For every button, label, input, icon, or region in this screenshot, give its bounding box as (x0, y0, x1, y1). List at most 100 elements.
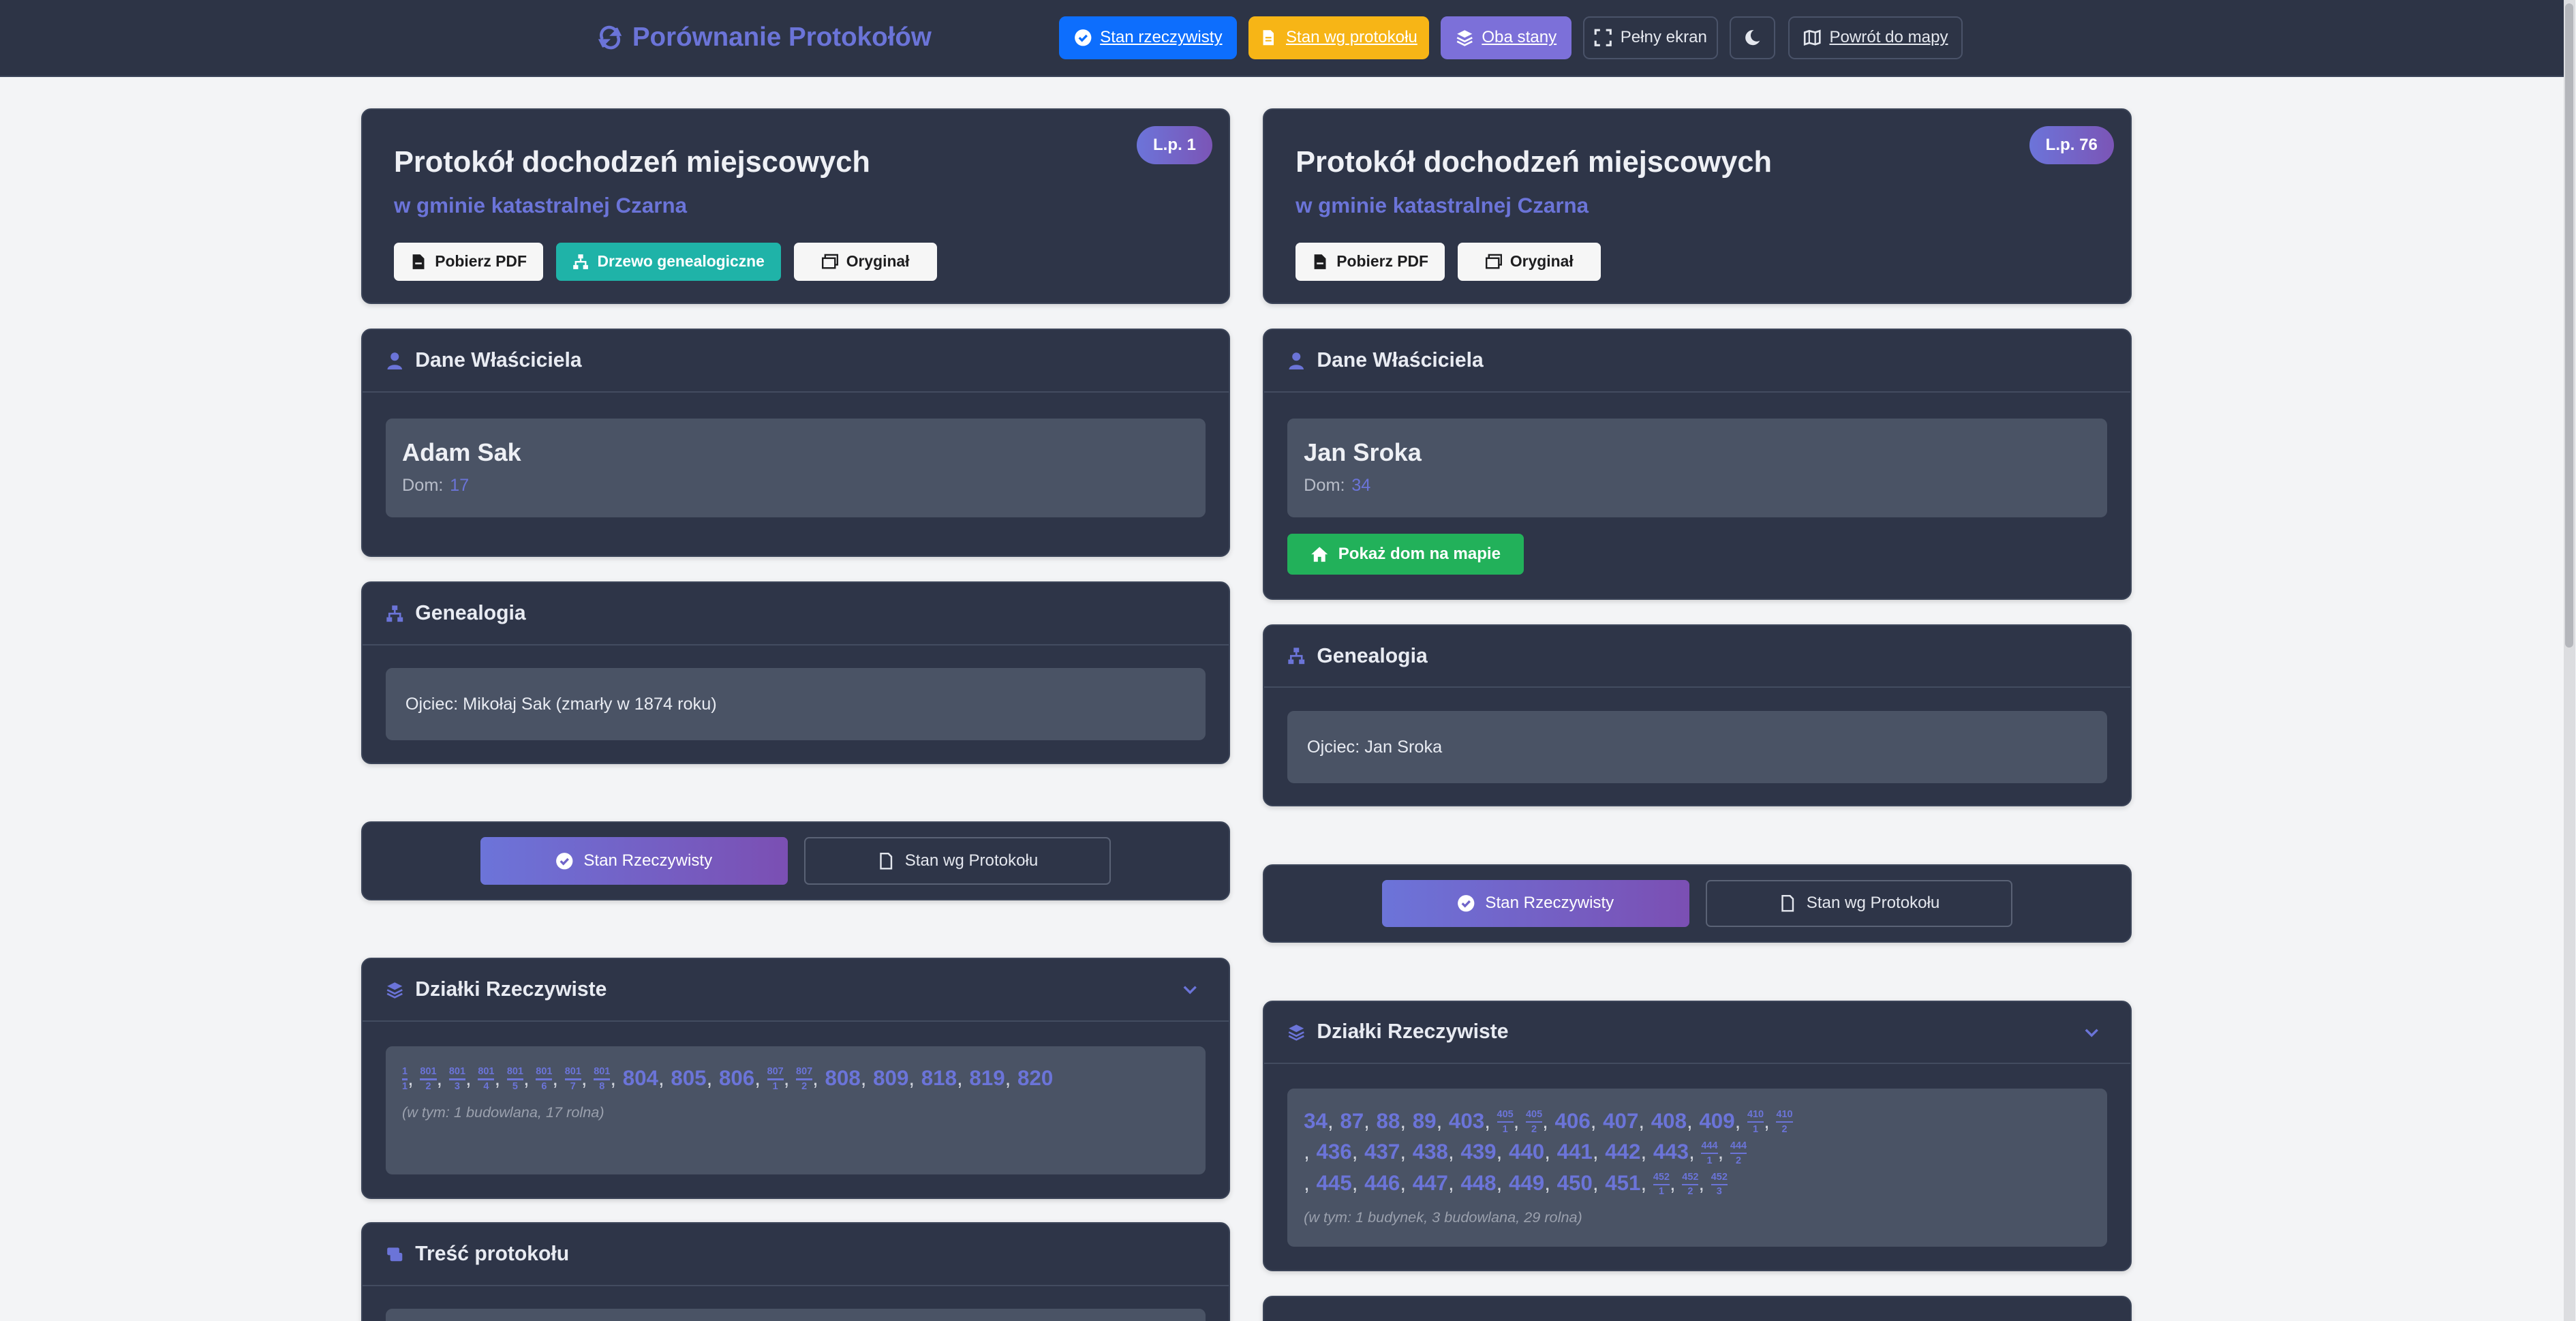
parcel-separator: , (1544, 1140, 1550, 1164)
parcel-number[interactable]: 449 (1509, 1171, 1544, 1195)
parcel-number[interactable]: 801 6 (536, 1067, 553, 1091)
parcel-number[interactable]: 403 (1449, 1109, 1484, 1133)
parcel-number[interactable]: 805 (671, 1066, 706, 1090)
dark-mode-toggle[interactable] (1729, 16, 1776, 59)
parcel-number[interactable]: 438 (1413, 1140, 1448, 1164)
parcel-number[interactable]: 452 2 (1682, 1172, 1699, 1197)
parcel-number[interactable]: 437 (1364, 1140, 1400, 1164)
house-number[interactable]: 17 (450, 476, 469, 495)
parcel-separator: , (1364, 1108, 1370, 1133)
parcel-separator: , (494, 1065, 501, 1090)
toggle-protocol-state[interactable]: Stan wg Protokołu (1705, 879, 2013, 928)
parcel-separator: , (1640, 1140, 1647, 1164)
parcel-number[interactable]: 88 (1377, 1109, 1400, 1133)
parcel-number[interactable]: 87 (1340, 1109, 1364, 1133)
parcel-number[interactable]: 809 (873, 1066, 908, 1090)
pdf-icon (1314, 254, 1326, 269)
parcel-separator: , (1351, 1140, 1358, 1164)
parcel-separator: , (1005, 1065, 1011, 1090)
parcel-number[interactable]: 441 (1557, 1140, 1593, 1164)
user-icon (387, 352, 403, 370)
chevron-down-icon[interactable] (1181, 980, 1199, 999)
parcel-separator: , (465, 1065, 472, 1090)
toggle-real-state[interactable]: Stan Rzeczywisty (1382, 879, 1689, 928)
parcel-number[interactable]: 801 7 (564, 1067, 581, 1091)
parcel-number[interactable]: 452 1 (1653, 1172, 1670, 1197)
parcels-section-header[interactable]: Działki Rzeczywiste (1264, 1002, 2131, 1065)
parcel-number[interactable]: 444 1 (1701, 1141, 1718, 1166)
parcel-number[interactable]: 447 (1413, 1171, 1448, 1195)
parcels-card: Działki Rzeczywiste 1 1, 801 2, 801 3, 801 4, 80… (361, 958, 1231, 1200)
top-navbar: Porównanie Protokołów Stan rzeczywisty S… (0, 0, 2564, 78)
genealogy-section-header: Genealogia (363, 583, 1229, 646)
owner-section-title: Dane Właściciela (415, 348, 582, 371)
genealogy-section-title: Genealogia (1317, 644, 1428, 667)
parcel-number[interactable]: 801 4 (478, 1067, 495, 1091)
parcel-number[interactable]: 451 (1605, 1171, 1640, 1195)
chevron-down-icon[interactable] (2083, 1023, 2101, 1042)
download-pdf-button[interactable]: Pobierz PDF (1295, 243, 1445, 281)
protocol-state-button[interactable]: Stan wg protokołu (1248, 16, 1429, 59)
parcel-number[interactable]: 801 3 (448, 1067, 465, 1091)
parcel-number[interactable]: 807 2 (796, 1067, 813, 1091)
parcel-number[interactable]: 446 (1364, 1171, 1400, 1195)
parcel-number[interactable]: 801 8 (594, 1067, 611, 1091)
parcel-number[interactable]: 89 (1413, 1109, 1437, 1133)
parcel-number[interactable]: 448 (1460, 1171, 1496, 1195)
parcel-number[interactable]: 818 (921, 1066, 957, 1090)
parcel-number[interactable]: 407 (1603, 1109, 1638, 1133)
house-label: Dom: (1304, 476, 1345, 496)
owner-card: Dane Właściciela Jan Sroka Dom: 34 Pokaż … (1263, 329, 2132, 600)
parcel-number[interactable]: 804 (623, 1066, 658, 1090)
toggle-protocol-state[interactable]: Stan wg Protokołu (803, 836, 1111, 885)
owner-box: Adam Sak Dom: 17 (385, 419, 1206, 517)
parcel-number[interactable]: 801 2 (420, 1067, 437, 1091)
parcel-number[interactable]: 406 (1554, 1109, 1590, 1133)
parcel-number[interactable]: 436 (1316, 1140, 1351, 1164)
parcel-number[interactable]: 806 (719, 1066, 754, 1090)
toggle-real-state[interactable]: Stan Rzeczywisty (480, 836, 788, 885)
both-states-button[interactable]: Oba stany (1440, 16, 1572, 59)
parcel-number[interactable]: 410 1 (1747, 1110, 1764, 1134)
original-button[interactable]: Oryginał (794, 243, 937, 281)
parcel-number[interactable]: 405 2 (1526, 1110, 1543, 1134)
parcel-number[interactable]: 452 3 (1711, 1172, 1728, 1197)
download-pdf-button[interactable]: Pobierz PDF (393, 243, 544, 281)
back-to-map-button[interactable]: Powrót do mapy (1788, 16, 1963, 59)
parcel-number[interactable]: 439 (1460, 1140, 1496, 1164)
real-state-button[interactable]: Stan rzeczywisty (1059, 16, 1237, 59)
parcel-separator: , (1689, 1140, 1695, 1164)
parcel-number[interactable]: 820 (1017, 1066, 1053, 1090)
brand[interactable]: Porównanie Protokołów (598, 20, 932, 56)
parcel-number[interactable]: 440 (1509, 1140, 1544, 1164)
user-icon (1289, 352, 1304, 370)
header-actions: Pobierz PDF Oryginał (1295, 243, 1601, 281)
parcel-number[interactable]: 801 5 (506, 1067, 523, 1091)
parcel-number[interactable]: 405 1 (1497, 1110, 1514, 1134)
parcel-number[interactable]: 450 (1557, 1171, 1593, 1195)
page-scrollbar[interactable] (2564, 0, 2575, 1321)
house-number[interactable]: 34 (1351, 476, 1370, 495)
owner-box: Jan Sroka Dom: 34 (1287, 419, 2108, 517)
parcel-number[interactable]: 807 1 (767, 1067, 784, 1091)
fullscreen-button[interactable]: Pełny ekran (1583, 16, 1718, 59)
parcel-number[interactable]: 442 (1605, 1140, 1640, 1164)
parcels-section-header[interactable]: Działki Rzeczywiste (363, 959, 1229, 1022)
original-button[interactable]: Oryginał (1458, 243, 1601, 281)
owner-section-title: Dane Właściciela (1317, 348, 1484, 371)
family-tree-button[interactable]: Drzewo genealogiczne (556, 243, 781, 281)
genealogy-card: Genealogia Ojciec: Mikołaj Sak (zmarły w… (361, 581, 1231, 764)
parcel-number[interactable]: 408 (1651, 1109, 1687, 1133)
parcel-number[interactable]: 445 (1316, 1171, 1351, 1195)
parcel-number[interactable]: 808 (825, 1066, 861, 1090)
parcel-number[interactable]: 410 2 (1776, 1110, 1793, 1134)
content-section-header: Treść protokołu (363, 1224, 1229, 1286)
parcel-number[interactable]: 11 (402, 1067, 408, 1091)
show-house-on-map-button[interactable]: Pokaż dom na mapie (1287, 533, 1524, 575)
parcel-number[interactable]: 819 (969, 1066, 1005, 1090)
parcel-number[interactable]: 443 (1653, 1140, 1689, 1164)
parcel-number[interactable]: 409 (1699, 1109, 1734, 1133)
parcel-number[interactable]: 444 2 (1730, 1141, 1747, 1166)
parcel-number[interactable]: 34 (1304, 1109, 1328, 1133)
scrollbar-thumb[interactable] (2565, 3, 2574, 648)
